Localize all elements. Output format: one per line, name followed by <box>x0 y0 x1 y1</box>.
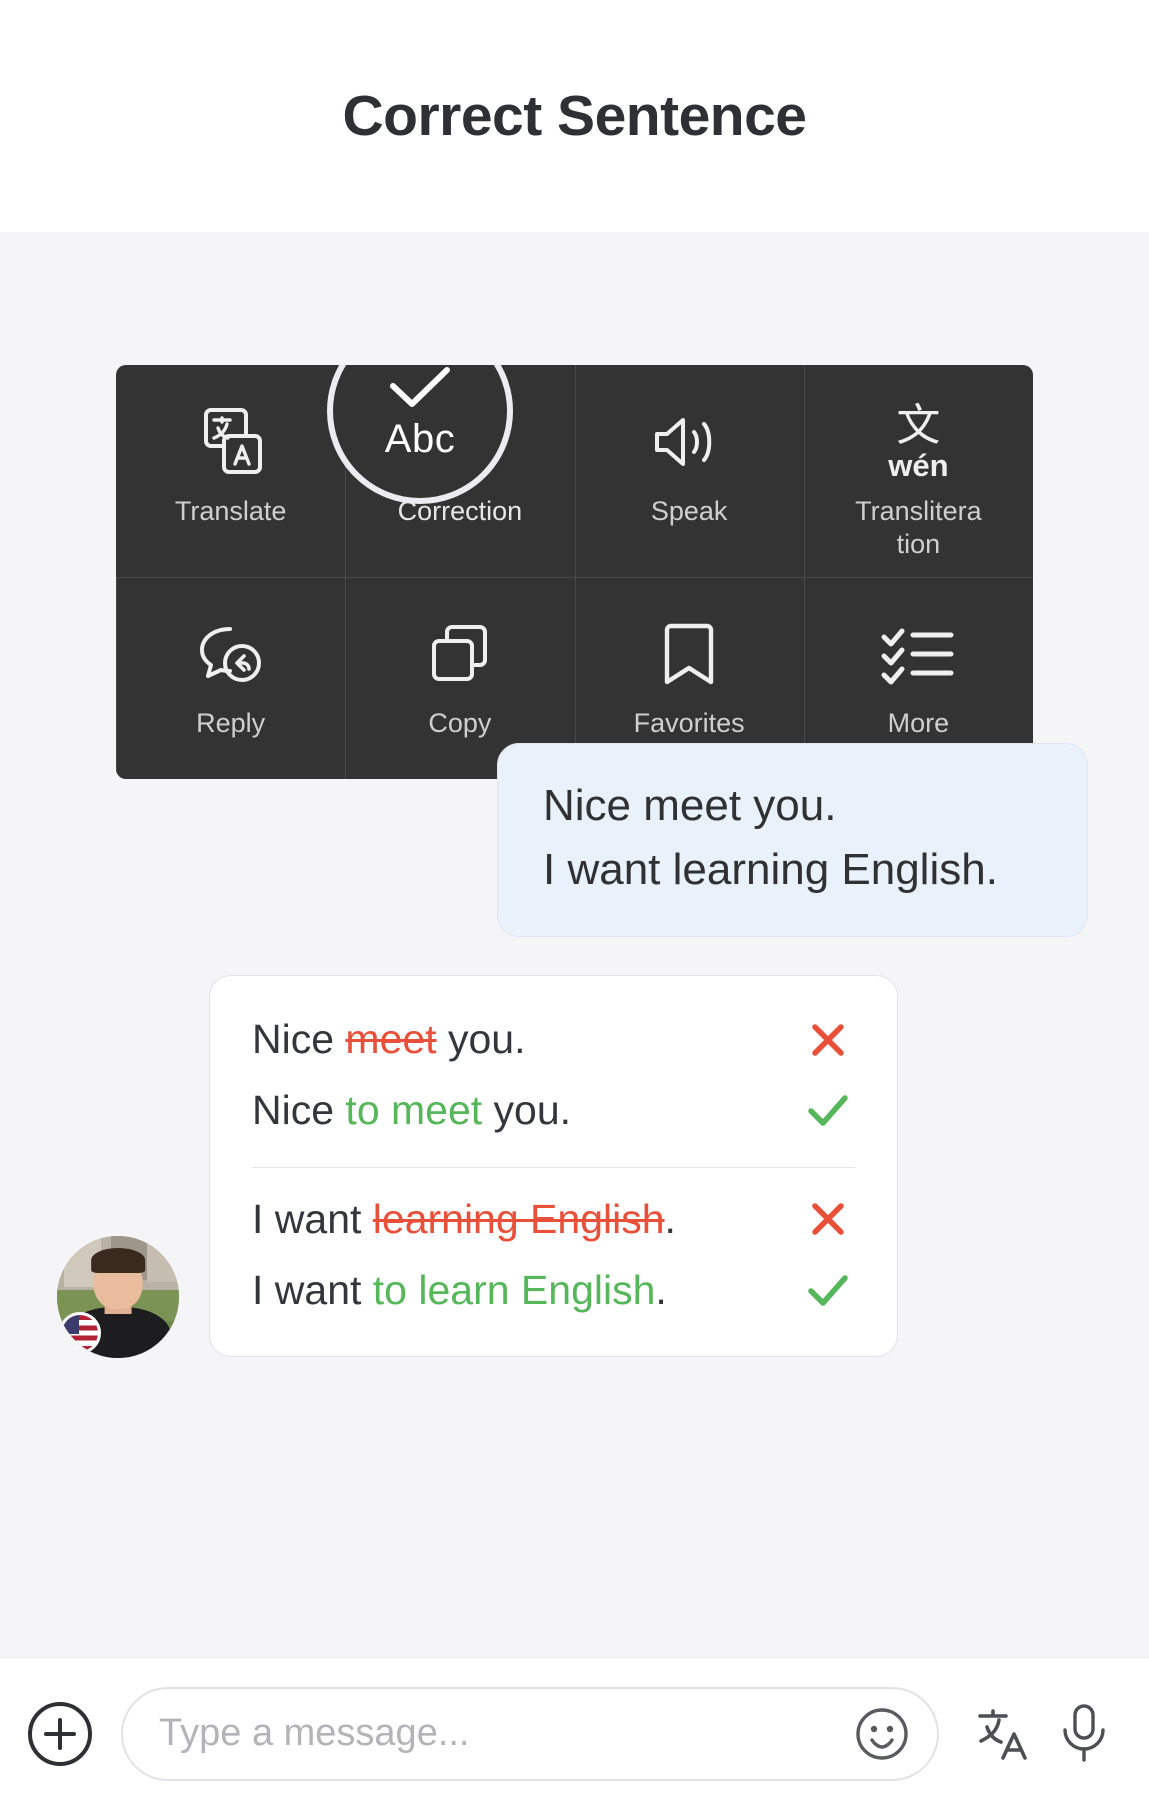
message-input-bar <box>0 1657 1149 1809</box>
menu-item-label: Favorites <box>633 708 745 738</box>
check-icon <box>801 1271 855 1311</box>
menu-item-label: Reply <box>196 708 266 738</box>
page-title: Correct Sentence <box>342 84 807 148</box>
right-prefix: Nice <box>252 1087 346 1134</box>
right-sentence: I want to learn English. <box>252 1264 667 1317</box>
check-icon <box>801 1091 855 1131</box>
right-sentence: Nice to meet you. <box>252 1084 571 1137</box>
right-suffix: . <box>655 1266 667 1313</box>
menu-item-speak[interactable]: Speak <box>574 365 804 577</box>
menu-item-transliteration[interactable]: 文 wén Translitera tion <box>803 365 1033 577</box>
wrong-suffix: you. <box>436 1016 526 1062</box>
right-fix: to learn English <box>372 1266 656 1313</box>
translate-icon <box>194 403 268 481</box>
translate-icon[interactable] <box>967 1697 1041 1771</box>
chat-area: Translate Correction Speak 文 wén Transli… <box>0 232 1149 1657</box>
message-input-wrapper[interactable] <box>121 1686 939 1781</box>
flag-canton <box>62 1315 79 1335</box>
microphone-icon[interactable] <box>1047 1697 1121 1771</box>
right-prefix: I want <box>252 1266 373 1313</box>
menu-item-label: Copy <box>428 708 492 738</box>
checklist-icon <box>878 615 958 693</box>
avatar-hair <box>91 1248 145 1273</box>
right-suffix: you. <box>482 1087 572 1134</box>
right-fix: to meet <box>345 1087 483 1134</box>
plus-icon <box>44 1717 76 1750</box>
menu-item-reply[interactable]: Reply <box>116 577 345 779</box>
correction-group: I want learning English. I want to learn… <box>252 1184 855 1327</box>
menu-item-label: More <box>887 708 950 738</box>
header: Correct Sentence <box>0 0 1149 232</box>
message-line: I want learning English. <box>543 845 998 895</box>
context-menu-wrapper: Translate Correction Speak 文 wén Transli… <box>116 365 1033 812</box>
correction-row-wrong: Nice meet you. <box>252 1004 855 1075</box>
wrong-suffix: . <box>664 1195 676 1242</box>
copy-icon <box>425 615 495 693</box>
avatar[interactable] <box>57 1236 179 1358</box>
bookmark-icon <box>659 615 719 693</box>
wrong-sentence: Nice meet you. <box>252 1013 525 1066</box>
wrong-prefix: I want <box>252 1195 373 1242</box>
message-input[interactable] <box>159 1712 853 1755</box>
cross-icon <box>801 1199 855 1239</box>
us-flag-badge <box>59 1312 101 1354</box>
app-screen: Correct Sentence Translate Correction Sp… <box>0 0 1149 1809</box>
correction-group: Nice meet you. Nice to meet you. <box>252 1004 855 1147</box>
correction-row-right: I want to learn English. <box>252 1255 855 1326</box>
menu-item-translate[interactable]: Translate <box>116 365 345 577</box>
add-attachment-button[interactable] <box>28 1701 92 1766</box>
correction-row-right: Nice to meet you. <box>252 1075 855 1146</box>
reply-bubble-icon <box>192 615 270 693</box>
message-line: Nice meet you. <box>543 781 837 830</box>
wrong-sentence: I want learning English. <box>252 1193 676 1246</box>
correction-row-wrong: I want learning English. <box>252 1184 855 1255</box>
wrong-strike: learning English <box>372 1195 665 1242</box>
wrong-strike: meet <box>345 1016 437 1062</box>
check-icon <box>383 365 457 417</box>
wrong-prefix: Nice <box>252 1016 346 1062</box>
abc-label: Abc <box>384 416 456 461</box>
menu-item-label: Translitera tion <box>855 496 982 560</box>
message-bubble[interactable]: Nice meet you. I want learning English. <box>497 743 1088 938</box>
avatar-building <box>147 1240 179 1283</box>
correction-card: Nice meet you. Nice to meet you. I want … <box>209 975 898 1358</box>
speaker-icon <box>649 403 729 481</box>
correction-divider <box>252 1166 855 1168</box>
message-context-menu: Translate Correction Speak 文 wén Transli… <box>116 365 1033 779</box>
menu-item-label: Translate <box>174 496 287 526</box>
transliteration-wen-icon: 文 wén <box>888 399 949 483</box>
menu-item-label: Speak <box>650 496 728 526</box>
smiley-icon[interactable] <box>853 1705 911 1763</box>
cross-icon <box>801 1020 855 1060</box>
